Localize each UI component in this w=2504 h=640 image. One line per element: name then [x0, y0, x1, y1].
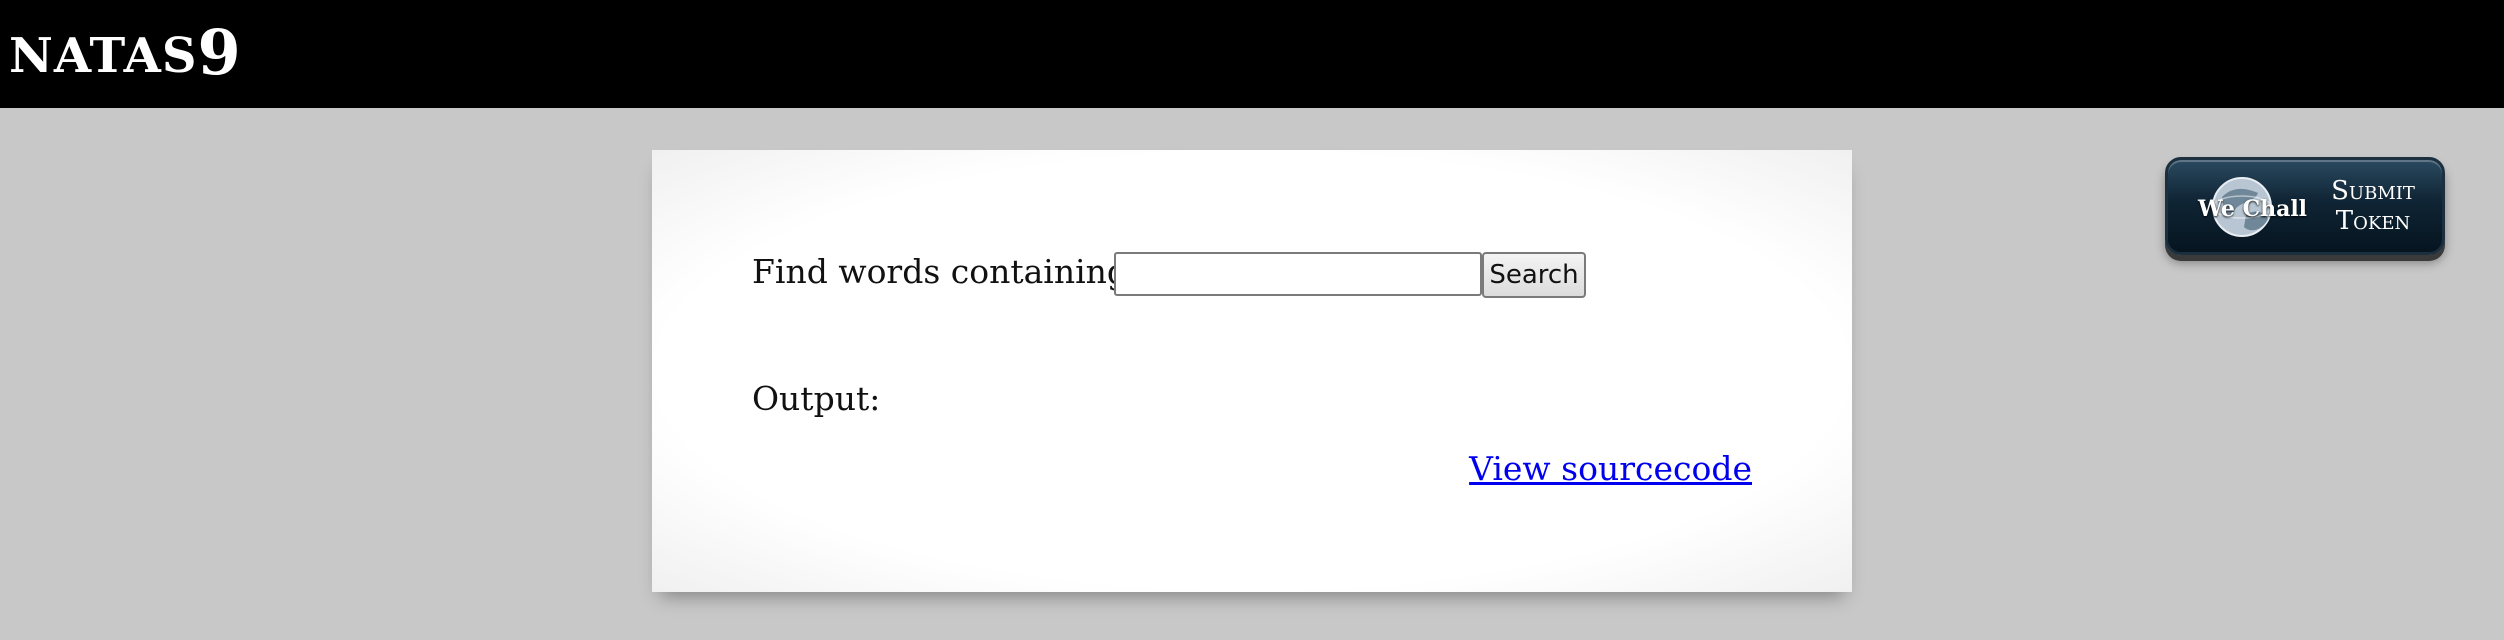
submit-token-line2: Token: [2335, 206, 2411, 236]
submit-token-button[interactable]: We Chall Submit Token: [2165, 157, 2445, 255]
page-title: NATAS9: [9, 20, 242, 84]
page-title-level: 9: [197, 16, 242, 89]
submit-token-label: Submit Token: [2313, 176, 2433, 236]
needle-input[interactable]: [1114, 252, 1482, 296]
view-sourcecode-link[interactable]: View sourcecode: [1469, 449, 1752, 488]
wechall-logo-text: We Chall: [2198, 196, 2308, 222]
content-panel: Find words containing: Search Output: Vi…: [652, 150, 1852, 592]
submit-token-line1: Submit: [2331, 176, 2415, 206]
output-label: Output:: [752, 379, 881, 418]
find-words-label: Find words containing:: [752, 252, 1140, 291]
search-button[interactable]: Search: [1482, 252, 1586, 298]
page-title-text: NATAS: [9, 28, 198, 84]
header-bar: NATAS9: [0, 0, 2504, 108]
